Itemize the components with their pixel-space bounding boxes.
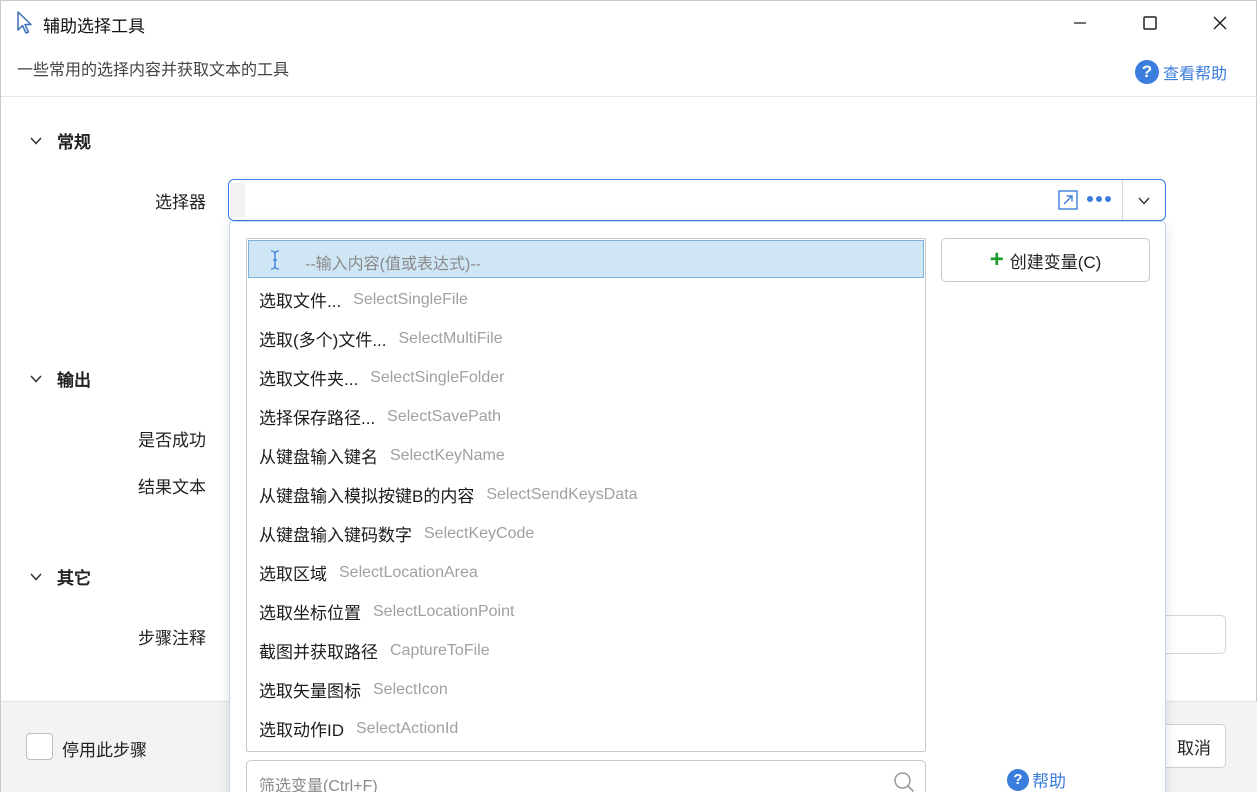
section-output-title: 输出 — [57, 371, 91, 390]
dropdown-chevron-icon[interactable] — [1137, 194, 1151, 208]
list-item-label: 选取(多个)文件... — [259, 331, 387, 350]
list-item[interactable]: 选取区域 SelectLocationArea — [247, 553, 925, 592]
help-icon: ? — [1135, 60, 1159, 84]
success-label: 是否成功 — [138, 431, 206, 450]
list-item[interactable]: 选取矢量图标 SelectIcon — [247, 670, 925, 709]
list-item[interactable]: 选取动作ID SelectActionId — [247, 709, 925, 748]
step-note-input[interactable] — [1161, 615, 1226, 654]
list-item-label: 选取坐标位置 — [259, 604, 361, 623]
list-item[interactable]: 截图并获取路径 CaptureToFile — [247, 631, 925, 670]
dropdown-help-link[interactable]: ? 帮助 — [1007, 767, 1066, 792]
list-item-label: 选取动作ID — [259, 721, 344, 740]
options-list: --输入内容(值或表达式)-- 选取文件... SelectSingleFile 选… — [246, 238, 926, 752]
list-item-label: 选取区域 — [259, 565, 327, 584]
cursor-icon — [17, 11, 32, 34]
disable-step-checkbox[interactable] — [26, 733, 53, 760]
list-item[interactable]: 选取(多个)文件... SelectMultiFile — [247, 319, 925, 358]
list-item[interactable]: 选取坐标位置 SelectLocationPoint — [247, 592, 925, 631]
list-item[interactable]: 选取文件... SelectSingleFile — [247, 280, 925, 319]
maximize-icon — [1143, 16, 1157, 30]
plus-icon: + — [989, 246, 1004, 273]
list-item-code: SelectSingleFile — [353, 290, 468, 308]
selector-dropdown-popup: --输入内容(值或表达式)-- 选取文件... SelectSingleFile 选… — [229, 221, 1166, 792]
list-item-code: SelectMultiFile — [398, 329, 503, 347]
options-list-items: 选取文件... SelectSingleFile 选取(多个)文件... Select… — [247, 280, 925, 748]
list-item-code: SelectSavePath — [387, 407, 502, 425]
dialog-window: 辅助选择工具 一些常用的选择内容并获取文本的工具 ? 查看帮助 常规 选择器 输… — [0, 0, 1257, 792]
expression-input[interactable]: --输入内容(值或表达式)-- — [248, 240, 924, 278]
text-cursor-icon — [270, 250, 280, 270]
list-item-code: SelectLocationPoint — [373, 602, 515, 620]
expression-input-placeholder: --输入内容(值或表达式)-- — [305, 256, 481, 273]
list-item[interactable]: 选取文件夹... SelectSingleFolder — [247, 358, 925, 397]
list-item-code: SelectLocationArea — [339, 563, 478, 581]
chevron-down-icon — [30, 374, 42, 383]
window-title: 辅助选择工具 — [43, 17, 145, 36]
list-item-label: 选择保存路径... — [259, 409, 376, 428]
list-item-label: 截图并获取路径 — [259, 643, 378, 662]
list-item[interactable]: 选择保存路径... SelectSavePath — [247, 397, 925, 436]
selector-combobox[interactable] — [228, 179, 1166, 221]
create-variable-button[interactable]: + 创建变量(C) — [941, 238, 1150, 282]
title-bar: 辅助选择工具 — [1, 1, 1257, 45]
view-help-label: 查看帮助 — [1163, 66, 1228, 83]
dropdown-help-label: 帮助 — [1032, 772, 1066, 791]
list-item-label: 从键盘输入键码数字 — [259, 526, 412, 545]
filter-variables-input[interactable]: 筛选变量(Ctrl+F) — [246, 760, 926, 792]
step-note-label: 步骤注释 — [138, 629, 206, 648]
selector-input-gutter — [231, 183, 245, 217]
close-icon — [1213, 16, 1227, 30]
list-item-code: SelectSingleFolder — [370, 368, 505, 386]
section-general-header[interactable]: 常规 — [29, 128, 91, 153]
list-item-code: SelectKeyName — [390, 446, 505, 464]
result-text-label: 结果文本 — [138, 478, 206, 497]
chevron-down-icon — [30, 572, 42, 581]
list-item-code: SelectActionId — [356, 719, 459, 737]
list-item-label: 选取文件... — [259, 292, 342, 311]
combobox-divider — [1122, 180, 1123, 220]
list-item-code: SelectKeyCode — [424, 524, 535, 542]
open-external-icon[interactable] — [1057, 189, 1079, 211]
cancel-button[interactable]: 取消 — [1161, 724, 1226, 768]
selector-label: 选择器 — [155, 193, 206, 212]
help-icon: ? — [1007, 768, 1029, 791]
list-item-label: 选取文件夹... — [259, 370, 359, 389]
section-output-header[interactable]: 输出 — [29, 366, 91, 391]
header-divider — [1, 96, 1257, 97]
filter-variables-placeholder: 筛选变量(Ctrl+F) — [259, 778, 378, 792]
section-other-header[interactable]: 其它 — [29, 564, 91, 589]
search-icon — [894, 772, 915, 792]
list-item[interactable]: 从键盘输入模拟按键B的内容 SelectSendKeysData — [247, 475, 925, 514]
close-button[interactable] — [1185, 1, 1255, 45]
disable-step-label: 停用此步骤 — [62, 741, 147, 760]
window-subtitle: 一些常用的选择内容并获取文本的工具 — [17, 62, 290, 79]
chevron-down-icon — [30, 136, 42, 145]
list-item-label: 选取矢量图标 — [259, 682, 361, 701]
more-icon[interactable] — [1087, 196, 1111, 202]
minimize-icon — [1074, 22, 1086, 24]
section-other-title: 其它 — [57, 569, 91, 588]
create-variable-label: 创建变量(C) — [1009, 252, 1102, 272]
list-item-code: CaptureToFile — [390, 641, 490, 659]
list-item[interactable]: 从键盘输入键码数字 SelectKeyCode — [247, 514, 925, 553]
list-item-code: SelectSendKeysData — [486, 485, 638, 503]
list-item[interactable]: 从键盘输入键名 SelectKeyName — [247, 436, 925, 475]
list-item-code: SelectIcon — [373, 680, 448, 698]
maximize-button[interactable] — [1115, 1, 1185, 45]
view-help-link[interactable]: ? 查看帮助 — [1135, 60, 1227, 84]
minimize-button[interactable] — [1045, 1, 1115, 45]
section-general-title: 常规 — [57, 133, 91, 152]
list-item-label: 从键盘输入模拟按键B的内容 — [259, 487, 475, 506]
list-item-label: 从键盘输入键名 — [259, 448, 378, 467]
